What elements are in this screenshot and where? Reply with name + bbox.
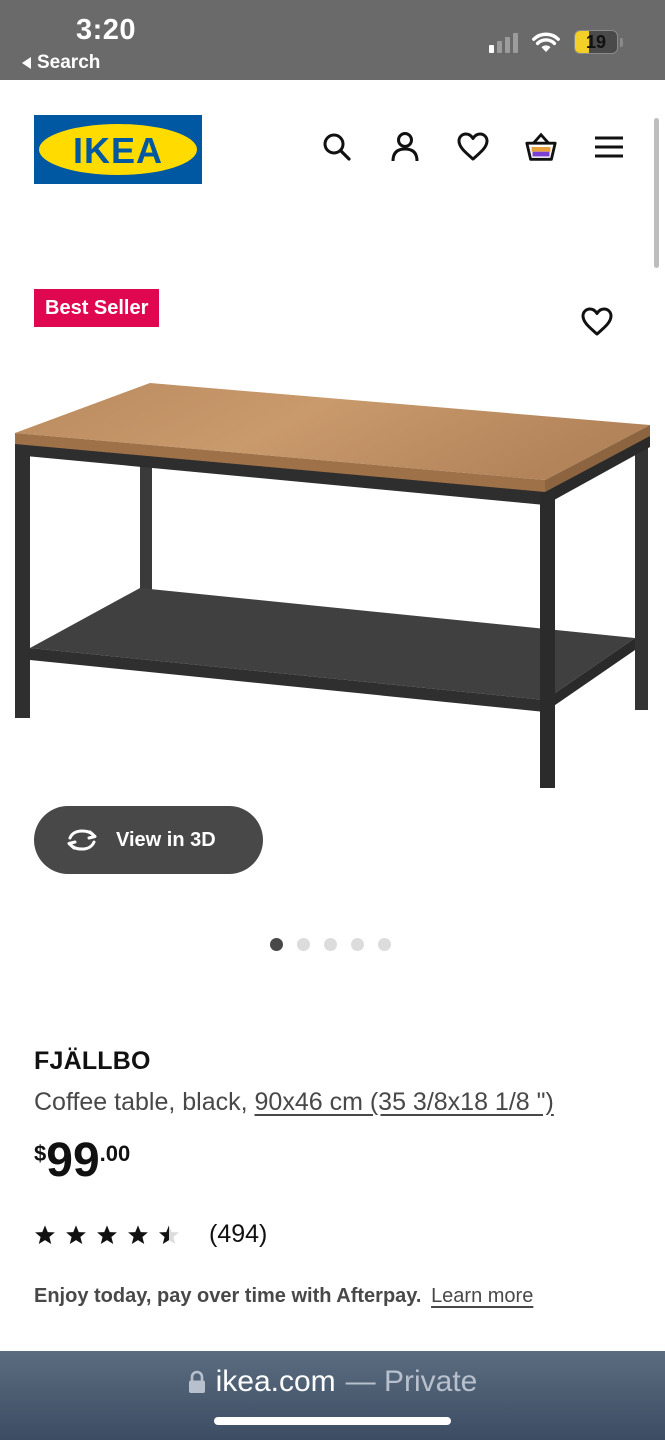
scrollbar[interactable] bbox=[654, 118, 659, 268]
search-icon[interactable] bbox=[320, 130, 354, 164]
product-dimensions-link[interactable]: 90x46 cm (35 3/8x18 1/8 ") bbox=[255, 1088, 554, 1116]
wifi-icon bbox=[532, 32, 560, 52]
rotate-3d-icon bbox=[67, 829, 97, 851]
learn-more-link[interactable]: Learn more bbox=[431, 1285, 533, 1307]
product-image[interactable] bbox=[0, 370, 665, 800]
price-currency: $ bbox=[34, 1141, 47, 1166]
account-icon[interactable] bbox=[388, 130, 422, 164]
best-seller-badge: Best Seller bbox=[34, 289, 160, 327]
product-price: $ 99 .00 bbox=[34, 1135, 130, 1187]
carousel-dot[interactable] bbox=[324, 938, 337, 951]
view-in-3d-label: View in 3D bbox=[116, 828, 216, 851]
cart-icon[interactable] bbox=[524, 130, 558, 164]
carousel-dot[interactable] bbox=[378, 938, 391, 951]
favorites-icon[interactable] bbox=[456, 130, 490, 164]
star-icon bbox=[35, 1224, 55, 1244]
product-name: FJÄLLBO bbox=[34, 1047, 151, 1075]
menu-icon[interactable] bbox=[592, 130, 626, 164]
browser-address-bar[interactable]: ikea.com — Private bbox=[0, 1351, 665, 1440]
view-in-3d-button[interactable]: View in 3D bbox=[34, 806, 263, 874]
logo-text: IKEA bbox=[72, 130, 163, 171]
price-decimal: .00 bbox=[99, 1141, 131, 1166]
star-icon bbox=[128, 1224, 148, 1244]
private-mode-label: — Private bbox=[345, 1365, 478, 1398]
star-icon bbox=[66, 1224, 86, 1244]
carousel-dot[interactable] bbox=[351, 938, 364, 951]
afterpay-text: Enjoy today, pay over time with Afterpay… bbox=[34, 1285, 422, 1307]
price-integer: 99 bbox=[46, 1134, 100, 1187]
address-display[interactable]: ikea.com — Private bbox=[0, 1365, 665, 1399]
product-rating[interactable]: (494) bbox=[34, 1220, 267, 1249]
cellular-signal-icon bbox=[489, 31, 518, 53]
half-star-icon bbox=[159, 1224, 179, 1244]
battery-level: 19 bbox=[585, 32, 607, 52]
status-bar: 3:20 Search 19 bbox=[0, 0, 665, 80]
back-label: Search bbox=[37, 52, 101, 73]
carousel-dot[interactable] bbox=[297, 938, 310, 951]
star-icon bbox=[97, 1224, 117, 1244]
ikea-logo[interactable]: IKEA bbox=[34, 115, 202, 184]
back-arrow-icon bbox=[22, 57, 31, 69]
url-domain: ikea.com bbox=[215, 1365, 336, 1398]
carousel-dot[interactable] bbox=[270, 938, 283, 951]
heart-icon bbox=[581, 307, 613, 336]
status-indicators: 19 bbox=[489, 30, 623, 54]
header-actions bbox=[320, 130, 626, 164]
status-time: 3:20 bbox=[76, 14, 137, 46]
add-to-favorites-button[interactable] bbox=[578, 303, 616, 341]
home-indicator[interactable] bbox=[214, 1417, 451, 1425]
product-type: Coffee table, black, bbox=[34, 1088, 248, 1116]
product-description: Coffee table, black, 90x46 cm (35 3/8x18… bbox=[34, 1088, 554, 1117]
review-count: (494) bbox=[209, 1220, 268, 1248]
lock-icon bbox=[188, 1370, 205, 1393]
battery-icon: 19 bbox=[574, 30, 618, 54]
image-carousel-dots bbox=[0, 938, 665, 951]
back-to-search-button[interactable]: Search bbox=[22, 52, 100, 74]
afterpay-message: Enjoy today, pay over time with Afterpay… bbox=[34, 1285, 533, 1308]
